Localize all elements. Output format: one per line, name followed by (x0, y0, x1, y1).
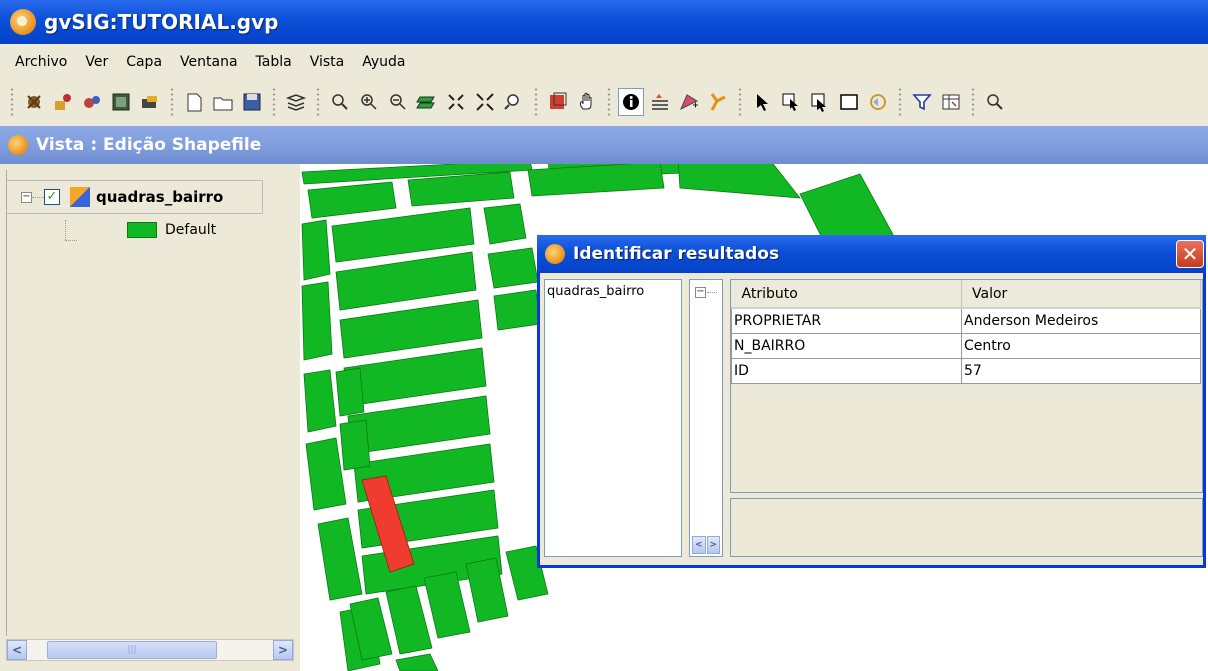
invert-selection-icon[interactable] (865, 88, 891, 116)
column-header-valor[interactable]: Valor (961, 280, 1201, 309)
menu-capa[interactable]: Capa (117, 54, 171, 70)
menu-ventana[interactable]: Ventana (171, 54, 247, 70)
layer-tree: − ✓ quadras_bairro Default (6, 170, 298, 636)
open-project-icon[interactable] (210, 88, 236, 116)
menu-tabla[interactable]: Tabla (247, 54, 301, 70)
table-row[interactable]: PROPRIETAR Anderson Medeiros (731, 307, 1201, 334)
toolbar-separator (9, 87, 15, 117)
collapse-icon[interactable]: − (695, 287, 706, 298)
graphic-tool-icon[interactable] (705, 88, 731, 116)
view-title-bar[interactable]: Vista : Edição Shapefile (0, 126, 1208, 164)
zoom-out-icon[interactable] (385, 88, 411, 116)
table-icon[interactable] (938, 88, 964, 116)
zoom-extent-icon[interactable] (443, 88, 469, 116)
toc-horizontal-scrollbar[interactable]: < ||| > (6, 639, 294, 661)
frame-icon[interactable] (545, 88, 571, 116)
toolbar-separator (315, 87, 321, 117)
select-by-polygon-icon[interactable] (836, 88, 862, 116)
legend-label: Default (165, 222, 217, 238)
zoom-layer-icon[interactable] (501, 88, 527, 116)
attribute-cell: ID (731, 357, 962, 384)
view-title: Vista : Edição Shapefile (36, 135, 262, 155)
value-cell: 57 (961, 357, 1201, 384)
hyperlink-icon[interactable] (676, 88, 702, 116)
gvsig-logo-icon (10, 9, 36, 35)
layer-row[interactable]: − ✓ quadras_bairro (7, 180, 263, 214)
scroll-thumb[interactable]: ||| (47, 641, 217, 659)
scroll-left-icon[interactable]: < (7, 640, 27, 660)
layers-stack-icon[interactable] (283, 88, 309, 116)
toolbar-separator (271, 87, 277, 117)
dialog-title-bar[interactable]: Identificar resultados ✕ (537, 235, 1206, 273)
window-title-bar[interactable]: gvSIG:TUTORIAL.gvp (0, 0, 1208, 44)
tree-connector (65, 220, 66, 240)
identify-results-dialog: Identificar resultados ✕ quadras_bairro … (537, 235, 1206, 568)
toolbar-separator (169, 87, 175, 117)
attribute-cell: N_BAIRRO (731, 332, 962, 359)
column-header-atributo[interactable]: Atributo (731, 280, 962, 309)
value-cell: Centro (961, 332, 1201, 359)
toolbar-separator (970, 87, 976, 117)
toolbar-separator (606, 87, 612, 117)
feature-tree-scrollbar[interactable]: < > (692, 536, 720, 554)
layer-properties-icon[interactable] (50, 88, 76, 116)
layer-visibility-checkbox[interactable]: ✓ (44, 189, 60, 205)
new-project-icon[interactable] (181, 88, 207, 116)
attributes-detail-panel (730, 498, 1203, 557)
identify-layer-item[interactable]: quadras_bairro (547, 284, 679, 299)
attributes-panel: Atributo Valor PROPRIETAR Anderson Medei… (730, 279, 1203, 493)
scroll-left-icon[interactable]: < (692, 536, 706, 554)
toolbar-separator (897, 87, 903, 117)
tree-connector (707, 292, 717, 293)
scroll-right-icon[interactable]: > (706, 536, 720, 554)
full-extent-icon[interactable] (414, 88, 440, 116)
measure-area-icon[interactable] (647, 88, 673, 116)
gvsig-logo-icon (545, 244, 565, 264)
tree-connector (65, 240, 77, 241)
add-layer-icon[interactable] (21, 88, 47, 116)
zoom-select-icon[interactable] (472, 88, 498, 116)
remove-layer-icon[interactable] (79, 88, 105, 116)
menu-ver[interactable]: Ver (76, 54, 117, 70)
identify-layer-list: quadras_bairro (544, 279, 682, 557)
menu-vista[interactable]: Vista (301, 54, 354, 70)
dialog-title: Identificar resultados (573, 244, 780, 264)
toolbar-separator (533, 87, 539, 117)
select-by-point-icon[interactable] (778, 88, 804, 116)
collapse-icon[interactable]: − (21, 191, 32, 203)
layer-name: quadras_bairro (96, 188, 224, 206)
menu-bar: Archivo Ver Capa Ventana Tabla Vista Ayu… (0, 44, 1208, 80)
value-cell: Anderson Medeiros (961, 307, 1201, 334)
scroll-right-icon[interactable]: > (273, 640, 293, 660)
toc-panel: − ✓ quadras_bairro Default < ||| > (0, 164, 300, 671)
toolbar-separator (737, 87, 743, 117)
locator-map-icon[interactable] (108, 88, 134, 116)
pan-hand-icon[interactable] (574, 88, 600, 116)
attributes-table: Atributo Valor PROPRIETAR Anderson Medei… (731, 280, 1201, 384)
feature-tree: − < > (689, 279, 723, 557)
select-arrow-icon[interactable] (749, 88, 775, 116)
zoom-in-icon[interactable] (356, 88, 382, 116)
legend-swatch (127, 222, 157, 238)
window-title: gvSIG:TUTORIAL.gvp (44, 10, 279, 34)
table-row[interactable]: ID 57 (731, 357, 1201, 384)
export-icon[interactable] (137, 88, 163, 116)
polygon-layer-icon (70, 187, 90, 207)
attribute-cell: PROPRIETAR (731, 307, 962, 334)
main-toolbar (0, 80, 1208, 124)
table-row[interactable]: N_BAIRRO Centro (731, 332, 1201, 359)
menu-archivo[interactable]: Archivo (6, 54, 76, 70)
zoom-previous-icon[interactable] (327, 88, 353, 116)
gvsig-logo-icon (8, 135, 28, 155)
select-by-rectangle-icon[interactable] (807, 88, 833, 116)
menu-ayuda[interactable]: Ayuda (353, 54, 414, 70)
info-icon[interactable] (618, 88, 644, 116)
legend-row[interactable]: Default (127, 222, 216, 238)
filter-icon[interactable] (909, 88, 935, 116)
save-project-icon[interactable] (239, 88, 265, 116)
query-icon[interactable] (982, 88, 1008, 116)
close-icon[interactable]: ✕ (1176, 240, 1204, 268)
